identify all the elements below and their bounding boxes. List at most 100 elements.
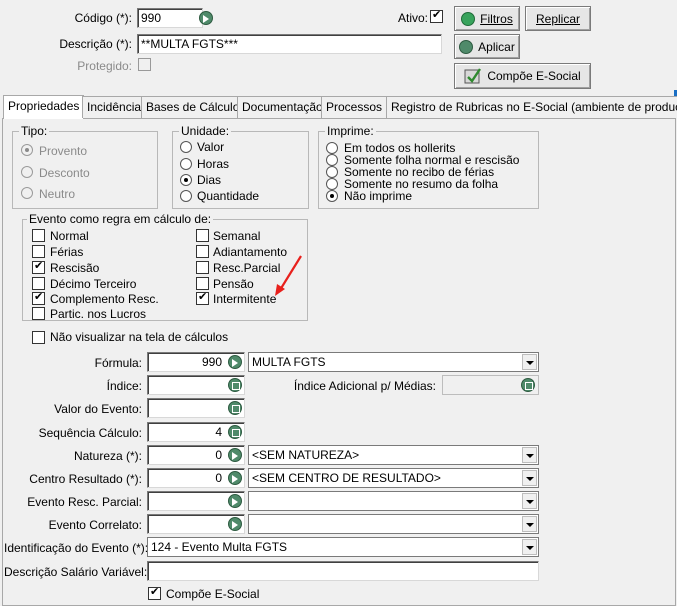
- chevron-down-icon[interactable]: [522, 493, 537, 509]
- evento-pensao-checkbox[interactable]: [196, 277, 209, 290]
- imprime-recibo-ferias-radio[interactable]: [326, 166, 338, 178]
- unidade-dias-radio[interactable]: [180, 174, 192, 186]
- valor-evento-label: Valor do Evento:: [54, 402, 142, 416]
- valor-evento-calc-icon[interactable]: [228, 401, 242, 415]
- centro-combo[interactable]: <SEM CENTRO DE RESULTADO>: [248, 468, 539, 488]
- resc-parcial-lookup-icon[interactable]: [228, 494, 242, 508]
- natureza-label: Natureza (*):: [73, 449, 142, 463]
- indice-adicional-calc-icon[interactable]: [521, 378, 535, 392]
- compoe-esocial-button[interactable]: Compõe E-Social: [454, 63, 591, 89]
- evento-normal-checkbox[interactable]: [32, 229, 45, 242]
- tab-documentacao[interactable]: Documentação: [237, 96, 328, 118]
- replicar-button[interactable]: Replicar: [525, 6, 591, 31]
- nao-visualizar-checkbox[interactable]: [32, 331, 45, 344]
- formula-desc: MULTA FGTS: [252, 355, 326, 369]
- tipo-neutro-label: Neutro: [39, 187, 76, 201]
- tipo-neutro-radio[interactable]: [21, 187, 33, 199]
- chevron-down-icon[interactable]: [522, 354, 537, 370]
- tipo-provento-label: Provento: [39, 144, 88, 158]
- imprime-resumo-folha-radio[interactable]: [326, 178, 338, 190]
- imprime-todos-radio[interactable]: [326, 142, 338, 154]
- evento-normal-label: Normal: [50, 229, 89, 243]
- unidade-dias-label: Dias: [197, 173, 222, 187]
- evento-semanal-checkbox[interactable]: [196, 229, 209, 242]
- protegido-checkbox[interactable]: [138, 58, 151, 71]
- filtros-button[interactable]: Filtros: [454, 6, 520, 31]
- chevron-down-icon[interactable]: [522, 447, 537, 463]
- tab-bases-calculo[interactable]: Bases de Cálculo: [141, 96, 245, 118]
- annotation-arrow: [275, 255, 302, 296]
- apply-icon: [459, 39, 474, 54]
- desc-salario-label: Descrição Salário Variável:: [4, 565, 148, 579]
- codigo-input[interactable]: 990: [137, 8, 203, 28]
- evento-pensao-label: Pensão: [213, 277, 254, 291]
- unidade-quantidade-radio[interactable]: [180, 190, 192, 202]
- unidade-horas-label: Horas: [197, 157, 230, 171]
- identificacao-combo[interactable]: 124 - Evento Multa FGTS: [147, 537, 539, 557]
- correlato-combo[interactable]: [248, 514, 539, 534]
- identificacao-label: Identificação do Evento (*):: [4, 541, 149, 555]
- evento-rescisao-label: Rescisão: [50, 261, 100, 275]
- evento-intermitente-checkbox[interactable]: [196, 290, 209, 305]
- correlato-lookup-icon[interactable]: [228, 517, 242, 531]
- evento-ferias-label: Férias: [50, 245, 84, 259]
- tipo-desconto-radio[interactable]: [21, 166, 33, 178]
- unidade-valor-label: Valor: [197, 140, 225, 154]
- lookup-arrow-icon[interactable]: [199, 11, 213, 25]
- descricao-input[interactable]: **MULTA FGTS***: [137, 34, 442, 54]
- aplicar-button[interactable]: Aplicar: [454, 34, 520, 59]
- formula-combo[interactable]: MULTA FGTS: [248, 352, 539, 372]
- correlato-label: Evento Correlato:: [48, 518, 142, 532]
- imprime-nao-imprime-label: Não imprime: [344, 189, 413, 203]
- chevron-down-icon[interactable]: [522, 516, 537, 532]
- evento-adiantamento-checkbox[interactable]: [196, 245, 209, 258]
- unidade-horas-radio[interactable]: [180, 158, 192, 170]
- imprime-nao-imprime-radio[interactable]: [326, 190, 338, 202]
- sequencia-calc-icon[interactable]: [228, 425, 242, 439]
- centro-lookup-icon[interactable]: [228, 471, 242, 485]
- tipo-desconto-label: Desconto: [39, 166, 90, 180]
- ativo-label: Ativo:: [398, 11, 429, 25]
- formula-lookup-icon[interactable]: [228, 355, 242, 369]
- evento-complemento-resc-checkbox[interactable]: [32, 290, 45, 305]
- evento-ferias-checkbox[interactable]: [32, 245, 45, 258]
- indice-calc-icon[interactable]: [228, 378, 242, 392]
- tab-propriedades[interactable]: Propriedades: [3, 95, 85, 119]
- natureza-desc: <SEM NATUREZA>: [252, 448, 360, 462]
- evento-decimo-terceiro-checkbox[interactable]: [32, 277, 45, 290]
- desc-salario-input[interactable]: [147, 561, 539, 581]
- natureza-lookup-icon[interactable]: [228, 448, 242, 462]
- imprime-title: Imprime:: [325, 124, 376, 138]
- tipo-title: Tipo:: [19, 124, 50, 138]
- tab-incidencia[interactable]: Incidência: [82, 96, 147, 118]
- identificacao-value: 124 - Evento Multa FGTS: [151, 540, 288, 554]
- resc-parcial-label: Evento Resc. Parcial:: [27, 495, 142, 509]
- evento-complemento-resc-label: Complemento Resc.: [50, 292, 159, 306]
- descricao-label: Descrição (*):: [59, 37, 132, 51]
- compoe-esocial-checkbox[interactable]: [148, 585, 161, 600]
- imprime-normal-rescisao-radio[interactable]: [326, 154, 338, 166]
- chevron-down-icon[interactable]: [522, 539, 537, 555]
- sequencia-label: Sequência Cálculo:: [38, 426, 142, 440]
- evento-rescisao-checkbox[interactable]: [32, 259, 45, 274]
- natureza-combo[interactable]: <SEM NATUREZA>: [248, 445, 539, 465]
- resc-parcial-combo[interactable]: [248, 491, 539, 511]
- codigo-label: Código (*):: [74, 11, 132, 25]
- centro-label: Centro Resultado (*):: [29, 472, 142, 486]
- evento-title: Evento como regra em cálculo de:: [27, 212, 214, 226]
- tab-processos[interactable]: Processos: [321, 96, 388, 118]
- chevron-down-icon[interactable]: [522, 470, 537, 486]
- evento-intermitente-label: Intermitente: [213, 292, 277, 306]
- indice-adicional-label: Índice Adicional p/ Médias:: [293, 379, 436, 393]
- evento-partic-lucros-checkbox[interactable]: [32, 307, 45, 320]
- esocial-icon: [464, 68, 482, 84]
- centro-desc: <SEM CENTRO DE RESULTADO>: [252, 471, 441, 485]
- tipo-provento-radio[interactable]: [21, 144, 33, 156]
- unidade-valor-radio[interactable]: [180, 141, 192, 153]
- evento-resc-parcial-checkbox[interactable]: [196, 261, 209, 274]
- indice-label: Índice:: [106, 379, 142, 393]
- tab-registro-rubricas[interactable]: Registro de Rubricas no E-Social (ambien…: [386, 96, 677, 118]
- ativo-checkbox[interactable]: [430, 8, 443, 23]
- evento-partic-lucros-label: Partic. nos Lucros: [50, 307, 147, 321]
- nao-visualizar-label: Não visualizar na tela de cálculos: [50, 330, 229, 344]
